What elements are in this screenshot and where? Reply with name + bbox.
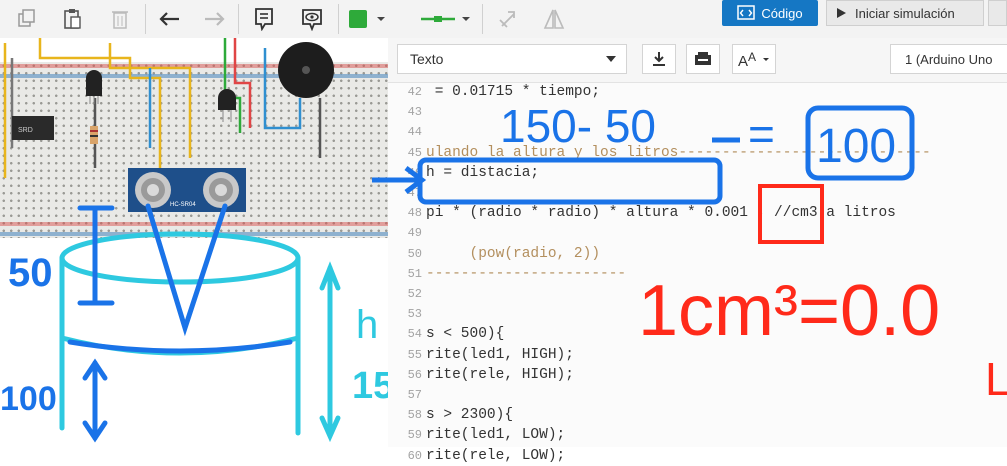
code-text: (pow(radio, 2)) [426, 245, 601, 262]
delete-icon[interactable] [104, 4, 136, 34]
code-text: ----------------------- [426, 265, 627, 282]
line-number: 46 [407, 165, 422, 180]
code-line[interactable]: 53 [388, 305, 1007, 324]
line-number: 59 [407, 428, 422, 443]
undo-icon[interactable] [154, 4, 186, 34]
code-line[interactable]: 59 rite(led1, LOW); [388, 426, 1007, 445]
code-line[interactable]: 55 rite(led1, HIGH); [388, 346, 1007, 365]
tank-drawing [59, 231, 341, 443]
code-line[interactable]: 49 [388, 224, 1007, 243]
line-number: 55 [407, 347, 422, 362]
copy-icon[interactable] [10, 4, 42, 34]
board-select[interactable]: 1 (Arduino Uno [890, 44, 1007, 74]
flip-icon[interactable] [538, 4, 570, 34]
chevron-down-icon [606, 56, 616, 62]
editor-mode-label: Texto [410, 51, 444, 67]
code-icon [737, 5, 756, 20]
label-100: 100 [0, 380, 57, 418]
svg-text:A: A [738, 53, 748, 68]
view-icon[interactable] [296, 4, 328, 34]
board-select-label: 1 (Arduino Uno [905, 51, 993, 67]
fill-color-picker[interactable] [344, 4, 390, 34]
line-number: 56 [407, 367, 422, 382]
line-number: 58 [407, 408, 422, 423]
code-text: rite(rele, HIGH); [426, 366, 574, 383]
line-number: 54 [407, 327, 422, 342]
code-line[interactable]: 58 s > 2300){ [388, 406, 1007, 425]
code-line[interactable]: 42 = 0.01715 * tiempo; [388, 83, 1007, 102]
download-icon [653, 52, 665, 66]
level-drawing [67, 203, 293, 443]
code-text: pi * (radio * radio) * altura * 0.001 ; … [426, 205, 896, 222]
breadboard [0, 62, 388, 238]
code-line[interactable]: 51 ----------------------- [388, 265, 1007, 284]
code-line[interactable]: 60 rite(rele, LOW); [388, 447, 1007, 466]
code-text: rite(led1, HIGH); [426, 346, 574, 363]
code-line[interactable]: 46 h = distacia; [388, 164, 1007, 183]
circuit-canvas[interactable]: SRD HC-SR04 50 100 h 15 [0, 38, 388, 447]
line-number: 60 [407, 448, 422, 463]
code-button[interactable]: Código [722, 0, 818, 26]
download-button[interactable] [642, 44, 676, 74]
upload-button[interactable] [686, 44, 720, 74]
code-line[interactable]: 52 [388, 285, 1007, 304]
printer-icon [695, 52, 711, 65]
code-text: rite(rele, LOW); [426, 447, 566, 464]
code-text: = 0.01715 * tiempo; [426, 84, 601, 100]
label-150: 150 [352, 365, 388, 407]
code-line[interactable]: 48 pi * (radio * radio) * altura * 0.001 … [388, 204, 1007, 223]
code-button-label: Código [761, 5, 803, 21]
paste-icon[interactable] [56, 4, 88, 34]
start-simulation-label: Iniciar simulación [855, 5, 955, 21]
editor-mode-select[interactable]: Texto [397, 44, 627, 74]
line-number: 44 [407, 125, 422, 140]
notes-icon[interactable] [248, 4, 280, 34]
editor-toolbar: Texto AA 1 (Arduino Uno [388, 38, 1007, 83]
line-number: 43 [407, 105, 422, 120]
code-text: s > 2300){ [426, 407, 514, 424]
font-size-button[interactable]: AA [732, 44, 776, 74]
start-simulation-button[interactable]: Iniciar simulación [826, 0, 984, 26]
code-editor-panel: Texto AA 1 (Arduino Uno 42 = 0.01715 * t… [388, 38, 1007, 464]
code-text: h = distacia; [426, 164, 540, 181]
export-button[interactable] [988, 0, 1007, 26]
line-number: 47 [407, 186, 422, 200]
line-number: 42 [407, 85, 422, 99]
line-number: 51 [407, 266, 422, 281]
rotate-icon[interactable] [492, 4, 524, 34]
line-number: 45 [407, 145, 422, 160]
line-number: 53 [407, 307, 422, 322]
font-size-icon: AA [738, 50, 769, 68]
code-area[interactable]: 42 = 0.01715 * tiempo; 43 44 45 ulando la al… [388, 83, 1007, 464]
code-line[interactable]: 54 s < 500){ [388, 325, 1007, 344]
code-line[interactable]: 56 rite(rele, HIGH); [388, 366, 1007, 385]
code-line[interactable]: 50 (pow(radio, 2)) [388, 245, 1007, 264]
line-number: 49 [407, 226, 422, 241]
svg-text:A: A [748, 50, 756, 64]
line-number: 48 [407, 206, 422, 221]
code-line[interactable]: 43 [388, 103, 1007, 122]
code-text: rite(led1, LOW); [426, 427, 566, 444]
code-text: s < 500){ [426, 326, 505, 343]
label-h: h [356, 303, 378, 347]
wire-color-picker[interactable] [414, 4, 476, 34]
play-icon [837, 8, 846, 18]
code-text: ulando la altura y los litros-----------… [426, 144, 931, 161]
code-line[interactable]: 45 ulando la altura y los litros---------… [388, 144, 1007, 163]
line-number: 57 [407, 388, 422, 402]
label-50: 50 [8, 251, 53, 295]
line-number: 50 [407, 246, 422, 261]
code-line[interactable]: 57 [388, 386, 1007, 405]
main-toolbar: Código Iniciar simulación [0, 0, 1007, 39]
code-line[interactable]: 44 [388, 123, 1007, 142]
redo-icon[interactable] [198, 4, 230, 34]
code-line[interactable]: 47 [388, 184, 1007, 203]
line-number: 52 [407, 287, 422, 301]
